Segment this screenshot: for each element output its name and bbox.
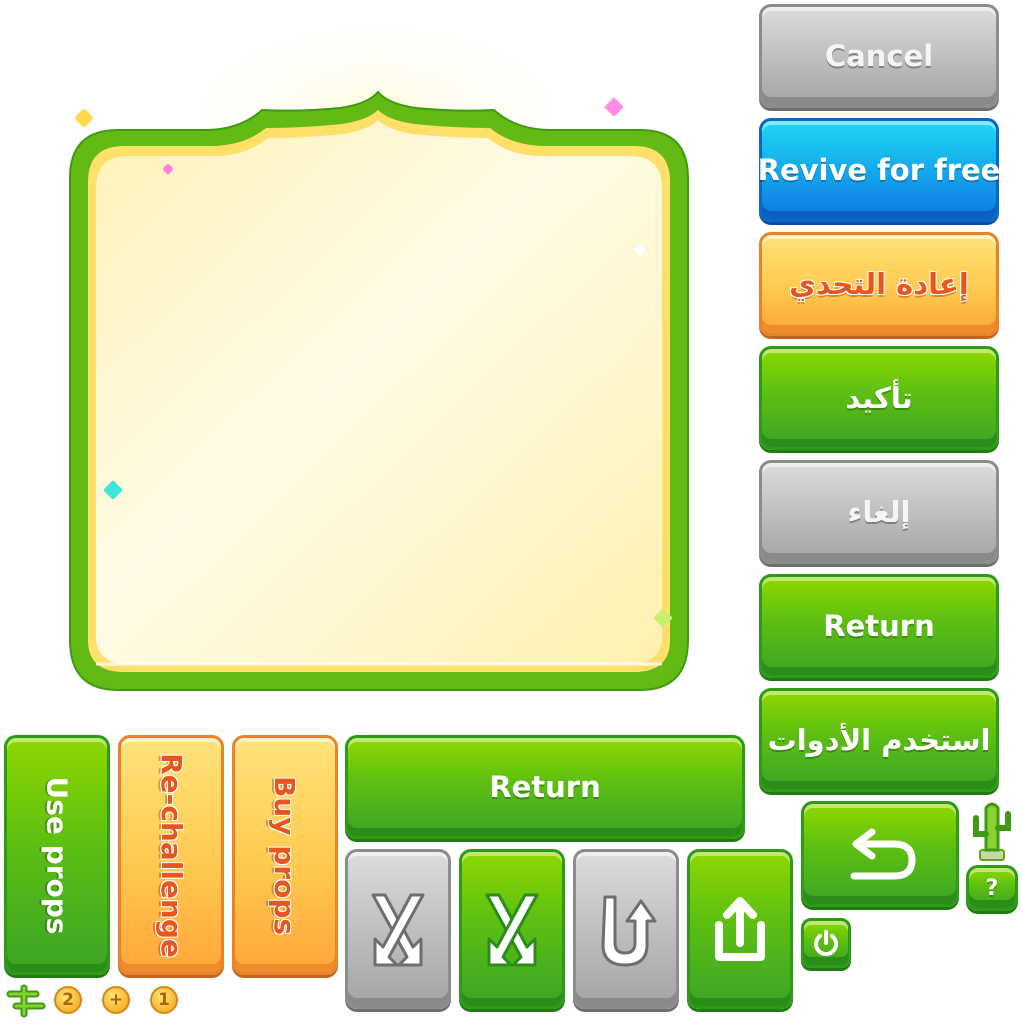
swap-green-button[interactable]	[459, 849, 565, 1009]
help-button[interactable]: ?	[966, 865, 1018, 911]
rechallenge-label: Re-challenge	[154, 752, 188, 958]
u-turn-icon	[601, 895, 657, 967]
swap-arrows-icon	[485, 893, 539, 967]
plus-icon: +	[108, 990, 124, 1010]
power-button[interactable]	[801, 918, 851, 968]
panel-content-area	[96, 120, 662, 664]
return-button-label: Return	[823, 609, 935, 643]
use-tools-ar-label: استخدم الأدوات	[767, 723, 991, 757]
use-tools-ar-button[interactable]: استخدم الأدوات	[759, 688, 999, 792]
coin-value-2: 2	[62, 990, 74, 1010]
wide-return-label: Return	[489, 770, 601, 804]
buy-props-label: Buy props	[268, 775, 302, 935]
use-props-button[interactable]: Use props	[4, 735, 110, 975]
confirm-ar-button[interactable]: تأكيد	[759, 346, 999, 450]
buy-props-button[interactable]: Buy props	[232, 735, 338, 975]
wide-return-button[interactable]: Return	[345, 735, 745, 839]
add-coin-button[interactable]: +	[102, 986, 130, 1014]
cancel-ar-button[interactable]: إلغاء	[759, 460, 999, 564]
revive-for-free-button[interactable]: Revive for free	[757, 118, 1001, 222]
coin-badge-2: 2	[54, 986, 82, 1014]
rechallenge-button[interactable]: Re-challenge	[118, 735, 224, 975]
undo-icon	[850, 828, 916, 880]
coin-value-1: 1	[158, 990, 170, 1010]
cactus-small-icon	[6, 984, 46, 1018]
swap-arrows-icon	[371, 893, 425, 967]
swap-gray-button[interactable]	[345, 849, 451, 1009]
use-props-label: Use props	[40, 776, 74, 934]
rechallenge-ar-label: إعادة التحدي	[789, 267, 969, 301]
cancel-ar-label: إلغاء	[847, 495, 911, 529]
return-button[interactable]: Return	[759, 574, 999, 678]
power-icon	[814, 930, 838, 956]
undo-button[interactable]	[801, 801, 959, 907]
share-button[interactable]	[687, 849, 793, 1009]
cactus-icon	[973, 802, 1011, 861]
revive-button-label: Revive for free	[757, 153, 1001, 187]
cancel-button-label: Cancel	[824, 39, 934, 73]
share-icon	[715, 897, 765, 961]
coin-badge-1: 1	[150, 986, 178, 1014]
help-icon: ?	[985, 875, 999, 901]
rechallenge-ar-button[interactable]: إعادة التحدي	[759, 232, 999, 336]
u-turn-button[interactable]	[573, 849, 679, 1009]
cancel-button[interactable]: Cancel	[759, 4, 999, 108]
confirm-ar-label: تأكيد	[845, 381, 913, 415]
